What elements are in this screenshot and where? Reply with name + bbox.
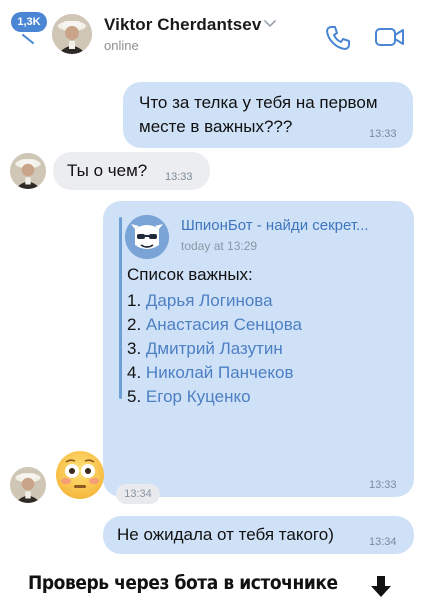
back-button[interactable]: 1,3K bbox=[11, 12, 47, 44]
bot-avatar[interactable] bbox=[125, 215, 169, 259]
list-item: 2. Анастасия Сенцова bbox=[127, 315, 302, 334]
important-contacts-list: 1. Дарья Логинова 2. Анастасия Сенцова 3… bbox=[127, 289, 302, 409]
caption-text: Проверь через бота в источнике bbox=[28, 572, 338, 594]
contact-link[interactable]: Дмитрий Лазутин bbox=[146, 339, 283, 358]
contact-link[interactable]: Дарья Логинова bbox=[146, 291, 273, 310]
back-chevron-icon bbox=[22, 34, 34, 44]
spy-bot-icon bbox=[125, 215, 169, 259]
message-time: 13:34 bbox=[116, 484, 160, 504]
flushed-face-emoji[interactable] bbox=[55, 450, 105, 500]
outgoing-message[interactable]: Не ожидала от тебя такого) 13:34 bbox=[103, 516, 414, 554]
forwarded-date: today at 13:29 bbox=[181, 239, 258, 253]
forward-indicator-bar bbox=[119, 217, 122, 399]
list-item: 5. Егор Куценко bbox=[127, 387, 251, 406]
list-item: 4. Николай Панчеков bbox=[127, 363, 294, 382]
video-camera-icon[interactable] bbox=[374, 25, 406, 49]
message-list[interactable]: Что за телка у тебя на первом месте в ва… bbox=[0, 68, 424, 566]
contact-link[interactable]: Анастасия Сенцова bbox=[146, 315, 302, 334]
chat-header: 1,3K Viktor Cherdantsev online bbox=[0, 0, 424, 68]
avatar-photo bbox=[52, 14, 92, 54]
message-text: Что за телка у тебя на первом bbox=[139, 93, 378, 112]
phone-icon[interactable] bbox=[324, 24, 352, 52]
sender-avatar[interactable] bbox=[10, 153, 46, 189]
message-time: 13:33 bbox=[369, 128, 397, 140]
contact-name[interactable]: Viktor Cherdantsev bbox=[104, 15, 261, 35]
avatar-photo bbox=[10, 153, 46, 189]
list-item: 1. Дарья Логинова bbox=[127, 291, 273, 310]
message-time: 13:33 bbox=[165, 171, 193, 183]
unread-count-badge: 1,3K bbox=[11, 12, 47, 32]
contact-link[interactable]: Егор Куценко bbox=[146, 387, 251, 406]
contact-avatar[interactable] bbox=[52, 14, 92, 54]
forwarded-message[interactable]: ШпионБот - найди секрет... today at 13:2… bbox=[103, 201, 414, 497]
list-title: Список важных: bbox=[127, 265, 253, 284]
promo-caption: Проверь через бота в источнике bbox=[0, 566, 424, 604]
message-text: Не ожидала от тебя такого) bbox=[117, 525, 334, 544]
list-item: 3. Дмитрий Лазутин bbox=[127, 339, 283, 358]
contact-link[interactable]: Николай Панчеков bbox=[146, 363, 294, 382]
outgoing-message[interactable]: Что за телка у тебя на первом месте в ва… bbox=[123, 82, 413, 148]
sender-avatar[interactable] bbox=[10, 467, 46, 503]
avatar-photo bbox=[10, 467, 46, 503]
incoming-message[interactable]: Ты о чем? 13:33 bbox=[53, 152, 210, 190]
arrow-down-icon bbox=[371, 576, 391, 597]
message-text: месте в важных??? bbox=[139, 117, 293, 136]
message-text: Ты о чем? bbox=[67, 161, 148, 180]
chevron-down-icon[interactable] bbox=[264, 20, 276, 28]
message-time: 13:33 bbox=[369, 479, 397, 491]
forwarded-sender-name[interactable]: ШпионБот - найди секрет... bbox=[181, 217, 369, 234]
contact-status: online bbox=[104, 38, 139, 53]
message-time: 13:34 bbox=[369, 536, 397, 548]
